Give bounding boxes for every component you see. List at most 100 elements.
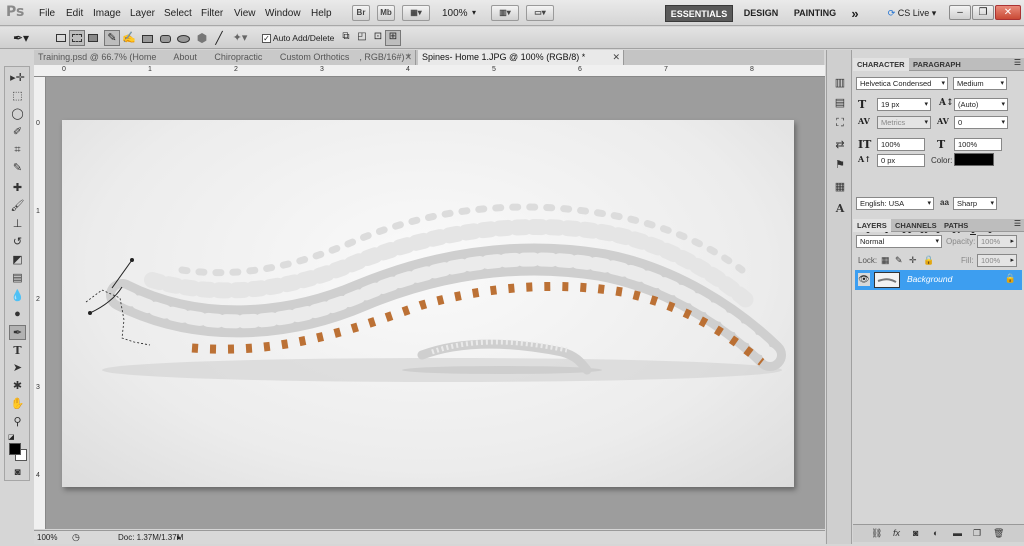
tab-layers[interactable]: LAYERS (853, 219, 891, 232)
font-size-field[interactable]: 19 px ▾ (877, 98, 931, 111)
path-selection-tool[interactable]: ➤ (9, 361, 26, 376)
opacity-field[interactable]: 100% ▸ (977, 235, 1017, 248)
tab-character[interactable]: CHARACTER (853, 58, 909, 71)
subtract-path-button[interactable]: ◰ (354, 30, 370, 46)
lock-all-icon[interactable]: 🔒 (923, 255, 934, 266)
clone-source-panel-icon[interactable]: ⚑ (832, 158, 848, 172)
tab-channels[interactable]: CHANNELS (891, 219, 941, 232)
history-panel-icon[interactable]: ▥ (832, 76, 848, 90)
line-button[interactable]: ╱ (211, 30, 227, 46)
status-info-icon[interactable]: ◷ (72, 531, 80, 544)
tab-close-icon[interactable]: ✕ (612, 50, 620, 65)
text-color-swatch[interactable] (954, 153, 994, 166)
menu-edit[interactable]: Edit (66, 8, 83, 19)
freeform-pen-button[interactable]: ✍ (121, 30, 137, 46)
layer-name[interactable]: Background (907, 274, 952, 284)
quick-selection-tool[interactable]: ✐ (9, 125, 26, 140)
pen-mode-button[interactable]: ✎ (104, 30, 120, 46)
auto-add-delete-checkbox[interactable]: ✓ (262, 34, 271, 44)
adjustment-layer-icon[interactable]: ◐ (933, 528, 938, 538)
tool-preset-picker[interactable]: ✒▾ (12, 30, 42, 46)
fill-field[interactable]: 100% ▸ (977, 254, 1017, 267)
tab-paths[interactable]: PATHS (940, 219, 972, 232)
maximize-button[interactable]: ❐ (972, 5, 994, 20)
actions-panel-icon[interactable]: ▤ (832, 96, 848, 110)
status-zoom[interactable]: 100% (37, 531, 57, 544)
menu-window[interactable]: Window (265, 8, 301, 19)
menu-image[interactable]: Image (93, 8, 121, 19)
menu-layer[interactable]: Layer (130, 8, 155, 19)
lock-position-icon[interactable]: ✛ (909, 255, 917, 266)
leading-field[interactable]: (Auto) ▾ (954, 98, 1008, 111)
quick-mask-button[interactable]: ◙ (9, 465, 26, 480)
link-layers-icon[interactable]: ⛓ (871, 528, 882, 539)
zoom-dropdown-icon[interactable]: ▾ (472, 8, 476, 17)
new-group-icon[interactable]: ▬ (953, 528, 962, 538)
menu-help[interactable]: Help (311, 8, 332, 19)
dodge-tool[interactable]: ● (9, 307, 26, 322)
close-window-button[interactable]: ✕ (995, 5, 1021, 20)
bridge-button[interactable]: Br (352, 5, 370, 21)
marquee-tool[interactable]: ⬚ (9, 89, 26, 104)
tab-spines-home[interactable]: Spines- Home 1.JPG @ 100% (RGB/8) * ✕ (418, 50, 624, 65)
adjustments-panel-icon[interactable]: ▦ (832, 180, 848, 194)
shape-layers-button[interactable] (53, 30, 69, 46)
document-image[interactable] (62, 120, 794, 487)
eraser-tool[interactable]: ◩ (9, 253, 26, 268)
extras-dropdown[interactable]: ▦▾ (402, 5, 430, 21)
zoom-tool[interactable]: ⚲ (9, 415, 26, 430)
layer-style-icon[interactable]: fx (893, 528, 900, 538)
ellipse-button[interactable] (175, 30, 191, 46)
polygon-button[interactable]: ⬢ (194, 30, 210, 46)
mini-bridge-button[interactable]: Mb (377, 5, 395, 21)
kerning-field[interactable]: Metrics ▾ (877, 116, 931, 129)
rounded-rectangle-button[interactable] (157, 30, 173, 46)
workspace-design[interactable]: DESIGN (737, 5, 785, 22)
font-family-select[interactable]: Helvetica Condensed ▾ (856, 77, 948, 90)
panel-menu-icon[interactable]: ☰ (1014, 219, 1021, 228)
vertical-scale-field[interactable]: 100% (877, 138, 925, 151)
workspace-painting[interactable]: PAINTING (789, 5, 841, 22)
horizontal-scale-field[interactable]: 100% (954, 138, 1002, 151)
blend-mode-select[interactable]: Normal ▾ (856, 235, 942, 248)
layer-mask-icon[interactable]: ◙ (913, 528, 918, 538)
fill-pixels-button[interactable] (85, 30, 101, 46)
type-tool[interactable]: T (9, 343, 26, 358)
font-style-select[interactable]: Medium ▾ (953, 77, 1007, 90)
baseline-shift-field[interactable]: 0 px (877, 154, 925, 167)
history-brush-tool[interactable]: ↺ (9, 235, 26, 250)
move-tool[interactable]: ▸✛ (9, 71, 26, 86)
lock-transparency-icon[interactable]: ▦ (881, 255, 890, 266)
lasso-tool[interactable]: ◯ (9, 107, 26, 122)
rectangle-shape-button[interactable] (139, 30, 155, 46)
auto-add-delete-option[interactable]: ✓ Auto Add/Delete (262, 31, 340, 45)
trash-icon[interactable]: 🗑 (993, 528, 1004, 539)
brush-tool[interactable]: 🖌 (9, 199, 26, 214)
tab-close-icon[interactable]: ✕ (404, 50, 412, 65)
status-menu-arrow-icon[interactable]: ▸ (177, 531, 181, 544)
layer-row-background[interactable]: 👁 Background 🔒 (855, 270, 1022, 290)
healing-brush-tool[interactable]: ✚ (9, 181, 26, 196)
more-workspaces-button[interactable]: » (845, 5, 865, 22)
arrange-documents-dropdown[interactable]: ▥▾ (491, 5, 519, 21)
brush-panel-icon[interactable]: ⇄ (832, 138, 848, 152)
screen-mode-dropdown[interactable]: ▭▾ (526, 5, 554, 21)
default-colors-icon[interactable]: ◪ (8, 433, 15, 441)
panel-menu-icon[interactable]: ☰ (1014, 58, 1021, 67)
gradient-tool[interactable]: ▤ (9, 271, 26, 286)
paths-button[interactable] (69, 30, 85, 46)
crop-tool[interactable]: ⌗ (9, 143, 26, 158)
add-to-path-button[interactable]: ⧉ (338, 30, 354, 46)
workspace-essentials[interactable]: ESSENTIALS (665, 5, 733, 22)
tab-training-psd[interactable]: Training.psd @ 66.7% (Home About Chiropr… (34, 50, 416, 65)
exclude-path-button[interactable]: ⊞ (385, 30, 401, 46)
navigator-panel-icon[interactable]: ⛶ (832, 116, 848, 130)
foreground-color-swatch[interactable] (9, 443, 21, 455)
hand-tool[interactable]: ✋ (9, 397, 26, 412)
language-select[interactable]: English: USA ▾ (856, 197, 934, 210)
antialias-select[interactable]: Sharp ▾ (953, 197, 997, 210)
menu-filter[interactable]: Filter (201, 8, 223, 19)
menu-view[interactable]: View (234, 8, 256, 19)
visibility-eye-icon[interactable]: 👁 (858, 273, 870, 286)
clone-stamp-tool[interactable]: ⊥ (9, 217, 26, 232)
